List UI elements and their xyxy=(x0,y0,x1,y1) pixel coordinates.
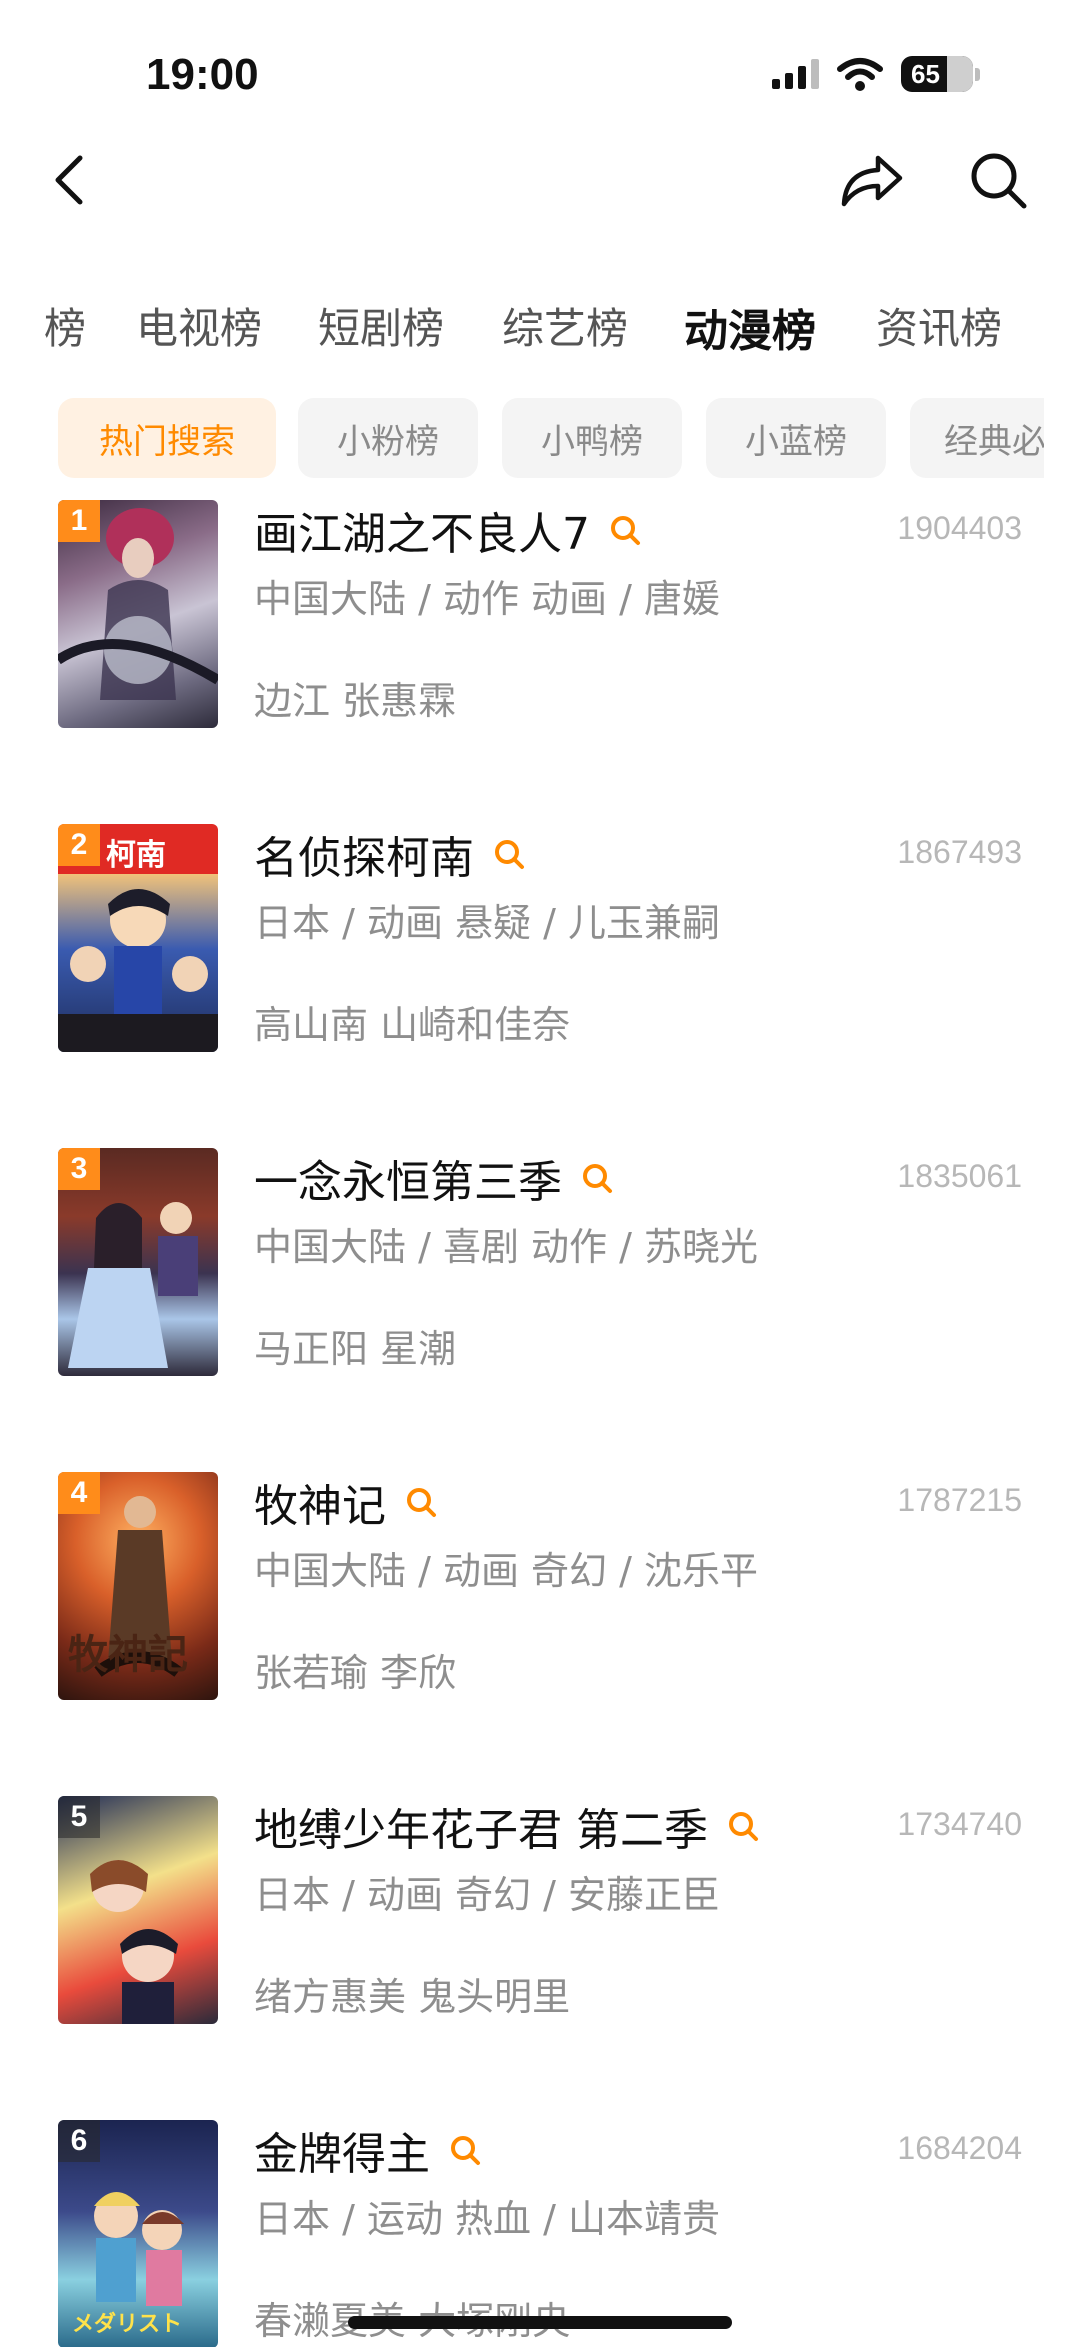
cellular-signal-icon xyxy=(772,59,819,89)
search-icon[interactable] xyxy=(404,1485,438,1519)
heat-score: 1835061 xyxy=(897,1158,1022,1194)
heat-score: 1734740 xyxy=(897,1806,1022,1842)
category-tabs: 榜 电视榜 短剧榜 综艺榜 动漫榜 资讯榜 xyxy=(0,295,1080,365)
rank-badge: 1 xyxy=(58,500,100,542)
item-meta: 日本 / 动画 悬疑 / 儿玉兼嗣 xyxy=(254,901,721,945)
search-icon[interactable] xyxy=(726,1809,760,1843)
item-cast: 高山南 山崎和佳奈 xyxy=(254,1003,571,1047)
title-row: 金牌得主 xyxy=(254,2120,482,2180)
rank-badge: 6 xyxy=(58,2120,100,2162)
item-cast: 绪方惠美 鬼头明里 xyxy=(254,1975,571,2019)
title-row: 牧神记 xyxy=(254,1472,438,1532)
title-row: 地缚少年花子君 第二季 xyxy=(254,1796,760,1856)
list-item[interactable]: 牧神記 4 牧神记 1787215 中国大陆 / 动画 奇幻 / 沈乐平 张若瑜… xyxy=(0,1472,1080,1702)
battery-icon: 65 xyxy=(901,56,980,92)
item-cast: 马正阳 星潮 xyxy=(254,1327,457,1371)
list-item[interactable]: 柯南 2 名侦探柯南 1867493 日本 / 动画 悬疑 / 儿玉兼嗣 高山南… xyxy=(0,824,1080,1054)
chip-xiaolan[interactable]: 小蓝榜 xyxy=(706,398,886,478)
heat-score: 1787215 xyxy=(897,1482,1022,1518)
list-item[interactable]: 1 画江湖之不良人7 1904403 中国大陆 / 动作 动画 / 唐媛 边江 … xyxy=(0,500,1080,730)
title-row: 名侦探柯南 xyxy=(254,824,526,884)
item-cast: 边江 张惠霖 xyxy=(254,679,457,723)
chip-xiaoya[interactable]: 小鸭榜 xyxy=(502,398,682,478)
list-item[interactable]: メダリスト 6 金牌得主 1684204 日本 / 运动 热血 / 山本靖贵 春… xyxy=(0,2120,1080,2347)
list-item[interactable]: 5 地缚少年花子君 第二季 1734740 日本 / 动画 奇幻 / 安藤正臣 … xyxy=(0,1796,1080,2026)
nav-bar xyxy=(0,140,1080,220)
poster-image: 5 xyxy=(58,1796,218,2024)
poster-title-art: メダリスト xyxy=(72,2312,183,2337)
heat-score: 1684204 xyxy=(897,2130,1022,2166)
chip-xiaofen[interactable]: 小粉榜 xyxy=(298,398,478,478)
poster-image: 柯南 2 xyxy=(58,824,218,1052)
tab-partial[interactable]: 榜 xyxy=(44,295,86,356)
item-meta: 中国大陆 / 喜剧 动作 / 苏晓光 xyxy=(254,1225,759,1269)
rank-badge: 5 xyxy=(58,1796,100,1838)
heat-score: 1904403 xyxy=(897,510,1022,546)
home-indicator[interactable] xyxy=(348,2316,732,2329)
chip-hot-search[interactable]: 热门搜索 xyxy=(58,398,276,478)
chevron-left-icon[interactable] xyxy=(42,150,102,210)
item-meta: 中国大陆 / 动画 奇幻 / 沈乐平 xyxy=(254,1549,759,1593)
title-row: 画江湖之不良人7 xyxy=(254,500,642,560)
poster-title-art: 牧神記 xyxy=(68,1631,188,1678)
item-title[interactable]: 地缚少年花子君 第二季 xyxy=(254,1794,708,1858)
tab-anime[interactable]: 动漫榜 xyxy=(684,295,816,359)
rank-badge: 3 xyxy=(58,1148,100,1190)
search-icon[interactable] xyxy=(492,837,526,871)
search-icon[interactable] xyxy=(448,2133,482,2167)
status-icons: 65 xyxy=(772,56,980,92)
tab-news[interactable]: 资讯榜 xyxy=(876,295,1002,356)
item-title[interactable]: 牧神记 xyxy=(254,1470,386,1534)
item-cast: 张若瑜 李欣 xyxy=(254,1651,457,1695)
item-title[interactable]: 一念永恒第三季 xyxy=(254,1146,562,1210)
poster-image: 1 xyxy=(58,500,218,728)
sub-ranking-chips: 热门搜索 小粉榜 小鸭榜 小蓝榜 经典必 xyxy=(0,398,1044,482)
item-title[interactable]: 金牌得主 xyxy=(254,2118,430,2182)
tab-short-drama[interactable]: 短剧榜 xyxy=(318,295,444,356)
item-meta: 中国大陆 / 动作 动画 / 唐媛 xyxy=(254,577,721,621)
status-time: 19:00 xyxy=(146,50,259,99)
status-bar: 19:00 65 xyxy=(0,0,1080,120)
battery-level: 65 xyxy=(911,58,940,89)
heat-score: 1867493 xyxy=(897,834,1022,870)
item-title[interactable]: 名侦探柯南 xyxy=(254,822,474,886)
search-icon[interactable] xyxy=(580,1161,614,1195)
search-icon[interactable] xyxy=(966,148,1030,212)
poster-image: 牧神記 4 xyxy=(58,1472,218,1700)
chip-classic[interactable]: 经典必 xyxy=(910,398,1044,478)
item-meta: 日本 / 运动 热血 / 山本靖贵 xyxy=(254,2197,721,2241)
poster-image: 3 xyxy=(58,1148,218,1376)
ranking-list: 1 画江湖之不良人7 1904403 中国大陆 / 动作 动画 / 唐媛 边江 … xyxy=(0,500,1080,2347)
poster-image: メダリスト 6 xyxy=(58,2120,218,2347)
rank-badge: 2 xyxy=(58,824,100,866)
tab-tv[interactable]: 电视榜 xyxy=(136,295,262,356)
search-icon[interactable] xyxy=(608,513,642,547)
list-item[interactable]: 3 一念永恒第三季 1835061 中国大陆 / 喜剧 动作 / 苏晓光 马正阳… xyxy=(0,1148,1080,1378)
title-row: 一念永恒第三季 xyxy=(254,1148,614,1208)
item-title[interactable]: 画江湖之不良人7 xyxy=(254,500,590,562)
item-meta: 日本 / 动画 奇幻 / 安藤正臣 xyxy=(254,1873,721,1917)
rank-badge: 4 xyxy=(58,1472,100,1514)
wifi-icon xyxy=(837,58,883,91)
tab-variety[interactable]: 综艺榜 xyxy=(502,295,628,356)
share-icon[interactable] xyxy=(838,148,906,212)
